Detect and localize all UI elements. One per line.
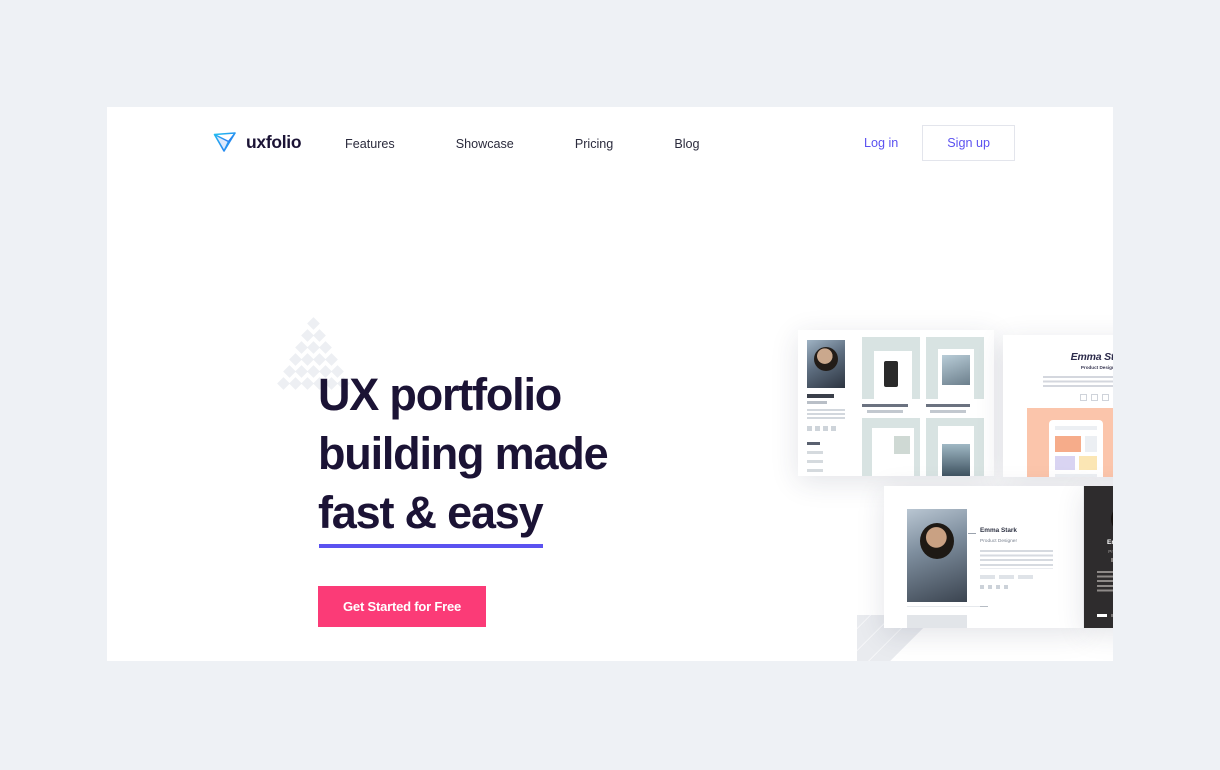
headline-line-1: UX portfolio [318,369,562,420]
nav-link-features[interactable]: Features [345,133,395,155]
card-grid-project-grid [856,330,994,476]
card-dark-bio-text [1097,571,1113,594]
card-about-rule-short [980,606,988,607]
card-about-divider [968,533,976,534]
card-grid-nav-work [807,442,820,445]
linkedin-icon [996,585,1000,589]
showcase-card-about-page[interactable]: Emma Stark Product Designer [884,486,1083,628]
landing-page-panel: uxfolio Features Showcase Pricing Blog L… [107,107,1113,661]
card-grid-avatar-photo [807,340,845,388]
card-dark-nav-work [1097,614,1107,617]
card-dark-nav-about [1110,614,1113,617]
headline-line-3-underlined: fast & easy [318,483,544,548]
card-grid-name [807,394,834,398]
get-started-button[interactable]: Get Started for Free [318,586,487,627]
card-grid-project-tile-4 [926,418,984,476]
dribbble-icon [1004,585,1008,589]
card-about-social-icons [980,585,1008,589]
card-dark-name: Emma Stark [1106,539,1113,546]
nav-link-pricing[interactable]: Pricing [575,133,614,155]
facebook-icon [807,426,812,431]
decorative-dot [313,329,326,342]
card-grid-project-1-subtitle [930,410,966,413]
card-grid-project-2-subtitle [867,410,903,413]
card-dark-avatar [1111,504,1113,534]
card-dark-social-icons [1084,558,1113,562]
decorative-dot [307,341,320,354]
decorative-dot [289,377,302,390]
twitter-icon [1091,394,1098,401]
linkedin-icon [1102,394,1109,401]
card-hero-name: Emma Stark [1070,351,1113,363]
nav-links: Features Showcase Pricing Blog [345,133,700,155]
card-hero-bio-text [1043,376,1113,389]
decorative-dot [283,365,296,378]
card-grid-project-tile-2 [926,337,984,399]
facebook-icon [1080,394,1087,401]
card-grid-social-icons [807,426,836,431]
sign-up-button[interactable]: Sign up [922,125,1015,161]
card-grid-nav-contact [807,460,823,463]
decorative-dot [277,377,290,390]
linkedin-icon [823,426,828,431]
decorative-dot [295,365,308,378]
card-about-next-thumbnail [907,615,967,628]
card-grid-sidebar [798,330,856,476]
top-navigation-bar: uxfolio Features Showcase Pricing Blog L… [107,107,1113,175]
card-hero-phone-mockup [1049,420,1103,477]
decorative-dot [301,353,314,366]
card-grid-project-1-title [926,404,970,407]
dribbble-icon [831,426,836,431]
log-in-link[interactable]: Log in [860,130,902,156]
headline-line-2: building made [318,428,609,479]
showcase-card-grid-portfolio[interactable] [798,330,994,476]
card-about-role: Product Designer [980,539,1018,544]
card-hero-social-icons [1003,394,1113,401]
card-about-photo [907,509,967,602]
card-about-tag [1018,575,1033,579]
card-hero-role: Product Designer [1080,365,1113,370]
decorative-dot [301,329,314,342]
card-grid-role [807,401,827,404]
card-dark-role: Product Designer [1108,549,1113,554]
card-grid-nav-about [807,451,823,454]
showcase-card-dark-profile[interactable]: Emma Stark Product Designer [1084,486,1113,628]
card-grid-project-tile-3 [862,418,920,476]
page-title: UX portfolio building made fast & easy [318,365,718,548]
card-grid-nav [807,442,823,476]
auth-actions: Log in Sign up [860,125,1015,161]
card-dark-nav [1097,614,1113,617]
card-about-rule [907,606,980,607]
decorative-dot [289,353,302,366]
card-about-tag [980,575,995,579]
card-hero-feature-section: Sleep & Breathe [1027,408,1113,477]
facebook-icon [980,585,984,589]
card-grid-project-2-title [862,404,908,407]
decorative-dot [295,341,308,354]
showcase-card-hero-profile[interactable]: Emma Stark Product Designer Sleep & Brea… [1003,335,1113,477]
card-grid-nav-resume [807,469,823,472]
decorative-dot [319,341,332,354]
brand-name: uxfolio [246,131,302,152]
card-about-tag [999,575,1014,579]
nav-link-showcase[interactable]: Showcase [456,133,514,155]
nav-link-blog[interactable]: Blog [674,133,699,155]
decorative-dot [307,317,320,330]
decorative-dot [301,377,314,390]
paper-plane-triangle-logo-icon [213,132,236,152]
facebook-icon [1110,558,1113,562]
card-grid-bio-text [807,409,845,421]
card-about-bio-text [980,550,1053,569]
card-about-tags [980,575,1033,579]
card-grid-project-tile-1 [862,337,920,399]
twitter-icon [815,426,820,431]
decorative-stripe [857,615,868,661]
decorative-dot [325,353,338,366]
twitter-icon [988,585,992,589]
card-about-name: Emma Stark [980,527,1017,534]
brand-logo[interactable]: uxfolio [212,129,302,155]
decorative-dot [313,353,326,366]
